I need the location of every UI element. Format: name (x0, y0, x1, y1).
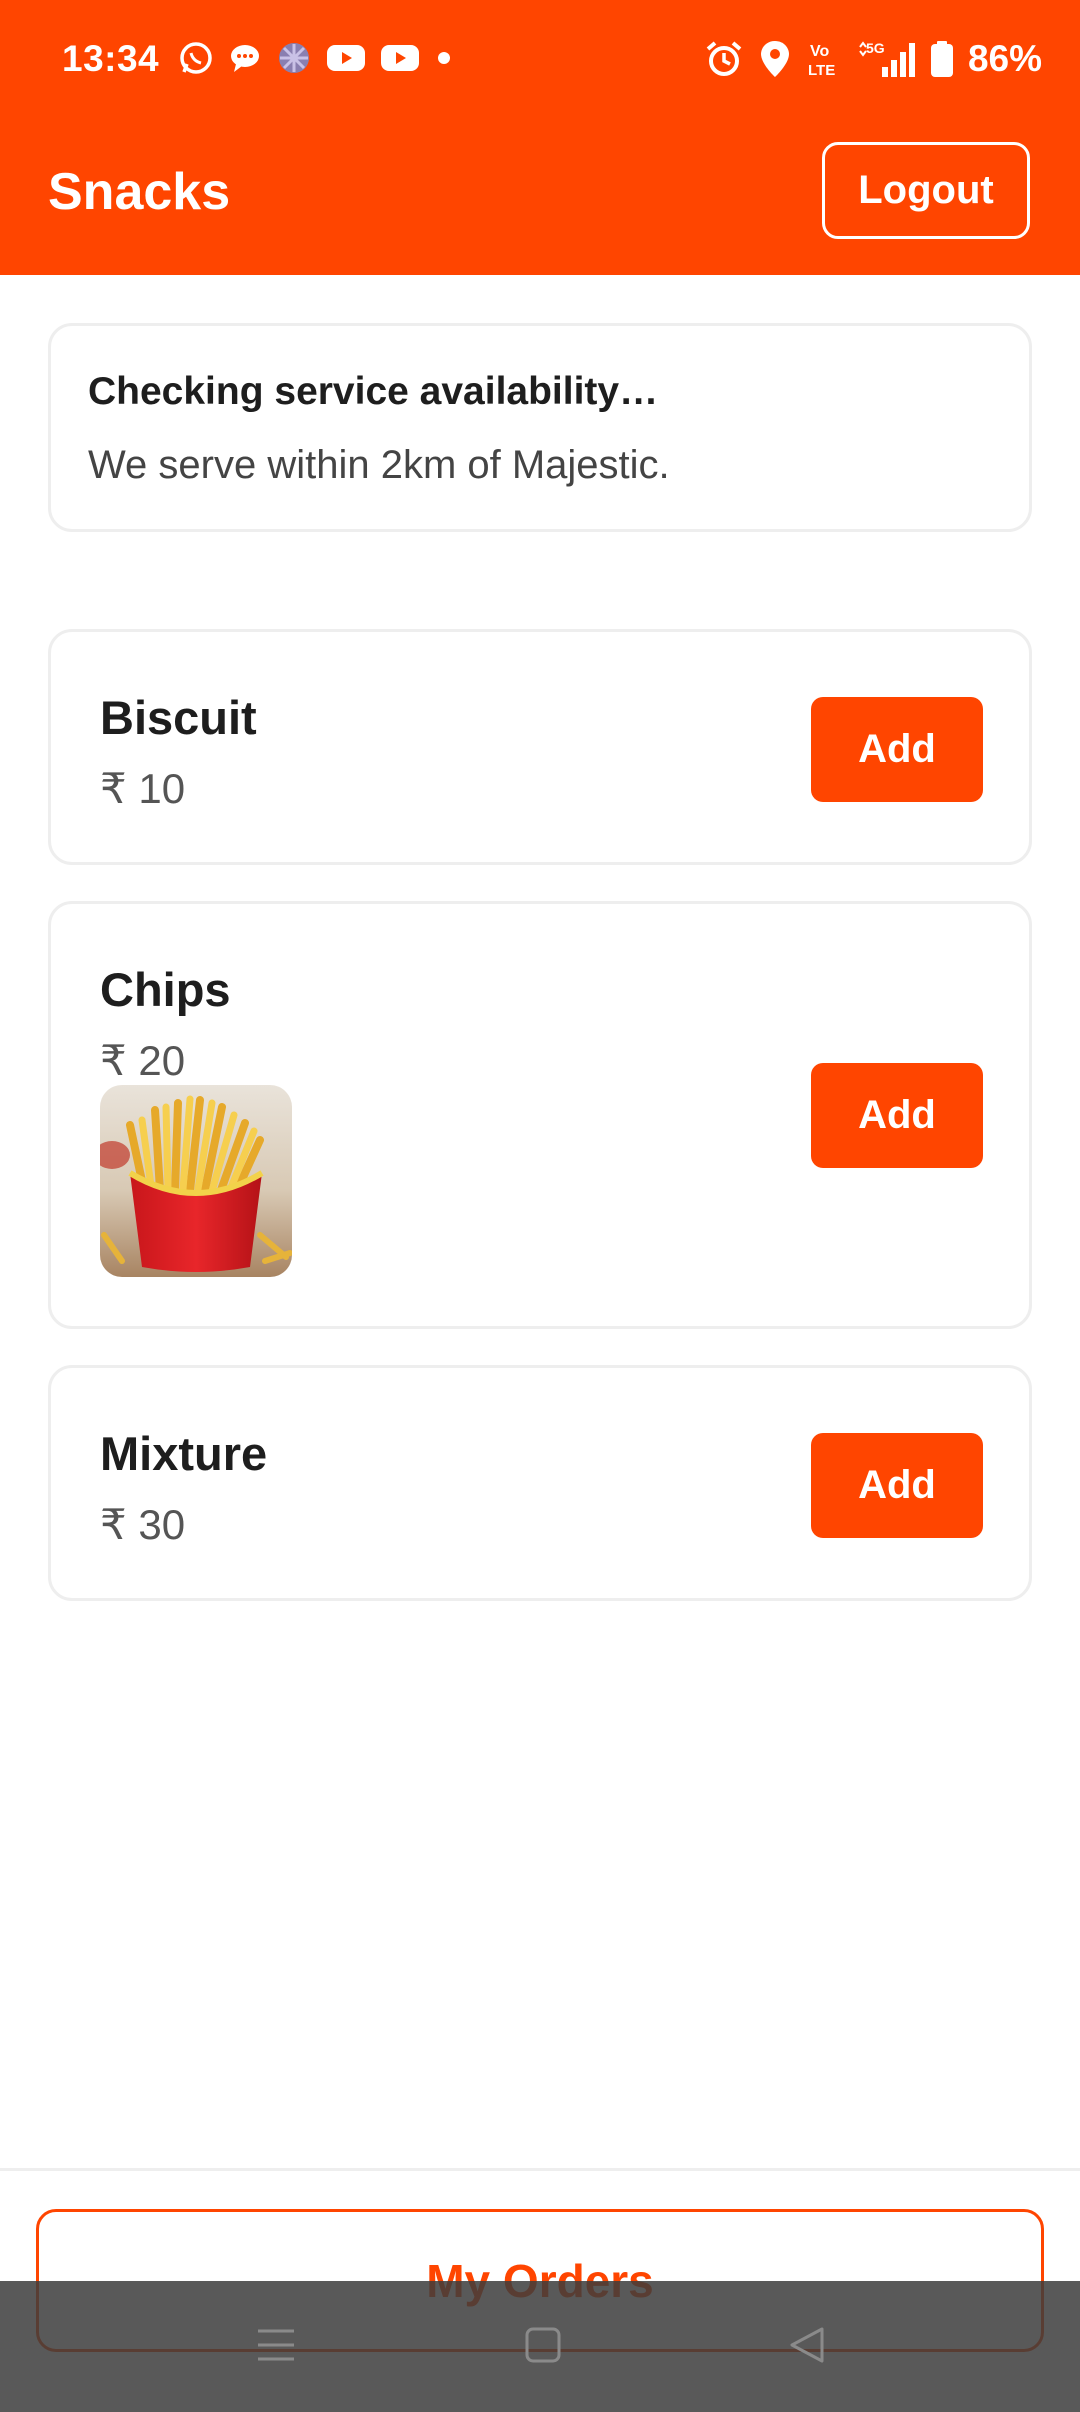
app-header: 13:34 Vo LTE 5G 86% Snacks Logout (0, 0, 1080, 275)
service-notice-card: Checking service availability… We serve … (48, 323, 1032, 532)
svg-text:5G: 5G (866, 40, 885, 56)
volte-icon: Vo LTE (806, 39, 844, 79)
svg-text:LTE: LTE (808, 62, 835, 79)
home-icon[interactable] (524, 2325, 562, 2365)
product-name: Mixture (100, 1427, 268, 1480)
menu-icon[interactable] (256, 2325, 296, 2365)
product-price: ₹ 20 (100, 1037, 186, 1084)
location-icon (758, 39, 792, 79)
add-button-biscuit[interactable]: Add (811, 697, 983, 802)
whatsapp-icon (178, 40, 214, 76)
product-name: Chips (100, 963, 231, 1016)
notification-icons (178, 40, 454, 76)
pinwheel-icon (276, 40, 312, 76)
product-price: ₹ 30 (100, 1501, 186, 1548)
chat-icon (228, 41, 262, 75)
system-status-icons: Vo LTE 5G 86% (704, 38, 1042, 80)
add-button-chips[interactable]: Add (811, 1063, 983, 1168)
youtube-icon (380, 43, 420, 73)
add-button-mixture[interactable]: Add (811, 1433, 983, 1538)
svg-text:Vo: Vo (810, 43, 829, 60)
battery-percentage: 86% (967, 38, 1042, 79)
signal-5g-icon: 5G (858, 39, 916, 79)
logout-button[interactable]: Logout (822, 142, 1030, 239)
page-title: Snacks (48, 163, 231, 221)
product-image-french-fries (100, 1085, 292, 1277)
alarm-icon (704, 39, 744, 79)
product-card-biscuit: Biscuit ₹ 10 Add (48, 629, 1032, 865)
product-card-mixture: Mixture ₹ 30 Add (48, 1365, 1032, 1601)
dot-icon (434, 48, 454, 68)
youtube-icon (326, 43, 366, 73)
notice-title: Checking service availability… (88, 370, 659, 413)
product-price: ₹ 10 (100, 765, 186, 812)
battery-icon (930, 40, 954, 78)
back-icon[interactable] (788, 2325, 828, 2365)
status-time: 13:34 (62, 38, 160, 79)
product-name: Biscuit (100, 691, 257, 744)
system-nav-bar (0, 2281, 1080, 2412)
bottom-divider (0, 2168, 1080, 2171)
notice-text: We serve within 2km of Majestic. (88, 443, 670, 487)
status-bar: 13:34 Vo LTE 5G 86% (0, 0, 1080, 125)
product-card-chips: Chips ₹ 20 Add (48, 901, 1032, 1329)
